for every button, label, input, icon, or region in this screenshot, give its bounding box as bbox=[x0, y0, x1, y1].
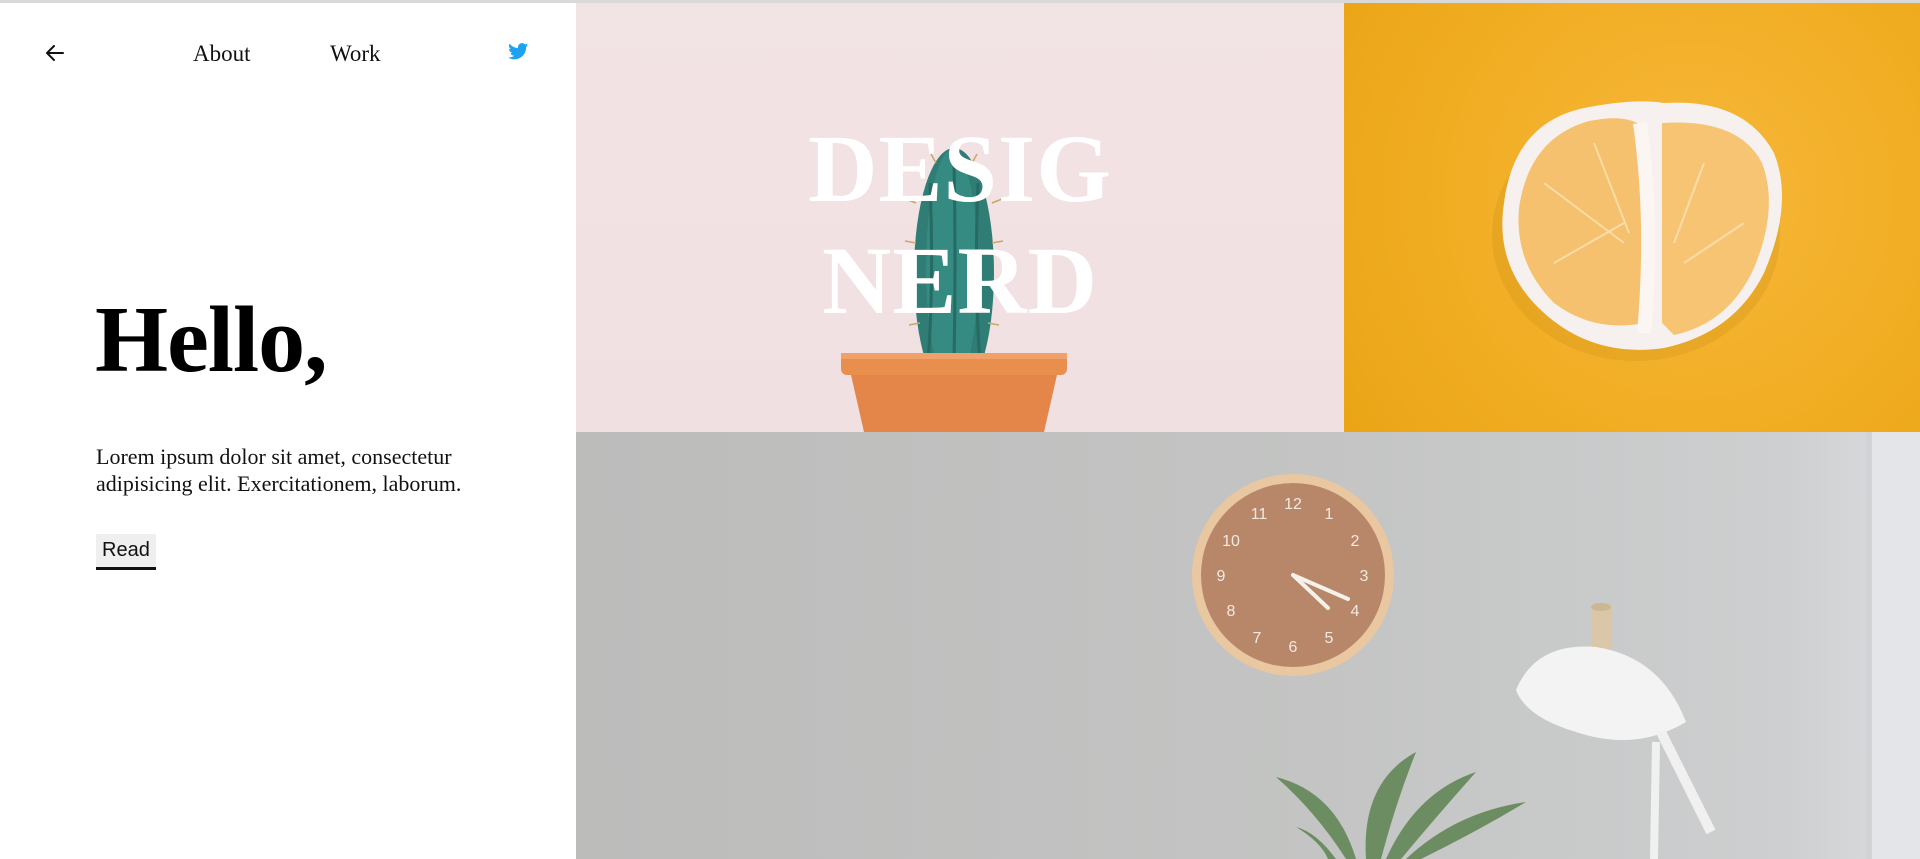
desk-lamp bbox=[1516, 603, 1716, 859]
orange-illustration bbox=[1492, 101, 1782, 361]
svg-text:3: 3 bbox=[1360, 568, 1369, 585]
plant bbox=[1276, 752, 1526, 859]
svg-text:8: 8 bbox=[1227, 603, 1236, 620]
twitter-link[interactable] bbox=[508, 43, 532, 63]
orange-image-tile[interactable] bbox=[1344, 3, 1920, 432]
cactus-image-tile[interactable]: DESIG NERD bbox=[576, 3, 1344, 432]
svg-text:12: 12 bbox=[1284, 496, 1302, 513]
back-button[interactable] bbox=[43, 41, 67, 65]
nav-work-link[interactable]: Work bbox=[330, 41, 381, 67]
hero-body: Lorem ipsum dolor sit amet, consectetur … bbox=[96, 444, 462, 496]
svg-text:10: 10 bbox=[1222, 533, 1240, 550]
room-image-tile[interactable]: 12 1 2 3 45 6 78 9 10 11 bbox=[576, 432, 1920, 859]
wall-clock: 12 12 3 45 6 78 9 10 11 bbox=[1192, 474, 1394, 676]
svg-text:11: 11 bbox=[1251, 506, 1268, 523]
title-line-2: NERD bbox=[821, 227, 1098, 334]
svg-text:6: 6 bbox=[1289, 639, 1298, 656]
svg-text:9: 9 bbox=[1217, 568, 1226, 585]
arrow-left-icon bbox=[46, 45, 64, 61]
svg-text:4: 4 bbox=[1351, 603, 1360, 620]
svg-text:7: 7 bbox=[1253, 630, 1262, 647]
nav-about-link[interactable]: About bbox=[193, 41, 251, 67]
room-illustration: 12 12 3 45 6 78 9 10 11 bbox=[1192, 432, 1920, 859]
top-nav: About Work bbox=[0, 3, 576, 103]
twitter-icon bbox=[508, 43, 529, 60]
design-nerd-title: DESIG NERD bbox=[576, 113, 1344, 337]
hero-heading: Hello, bbox=[95, 288, 328, 392]
svg-text:2: 2 bbox=[1351, 533, 1360, 550]
read-button[interactable]: Read bbox=[96, 534, 156, 570]
intro-panel: About Work Hello, Lorem ipsum dolor sit … bbox=[0, 3, 576, 859]
svg-text:1: 1 bbox=[1325, 506, 1334, 523]
title-line-1: DESIG bbox=[808, 115, 1112, 222]
svg-text:5: 5 bbox=[1325, 630, 1334, 647]
